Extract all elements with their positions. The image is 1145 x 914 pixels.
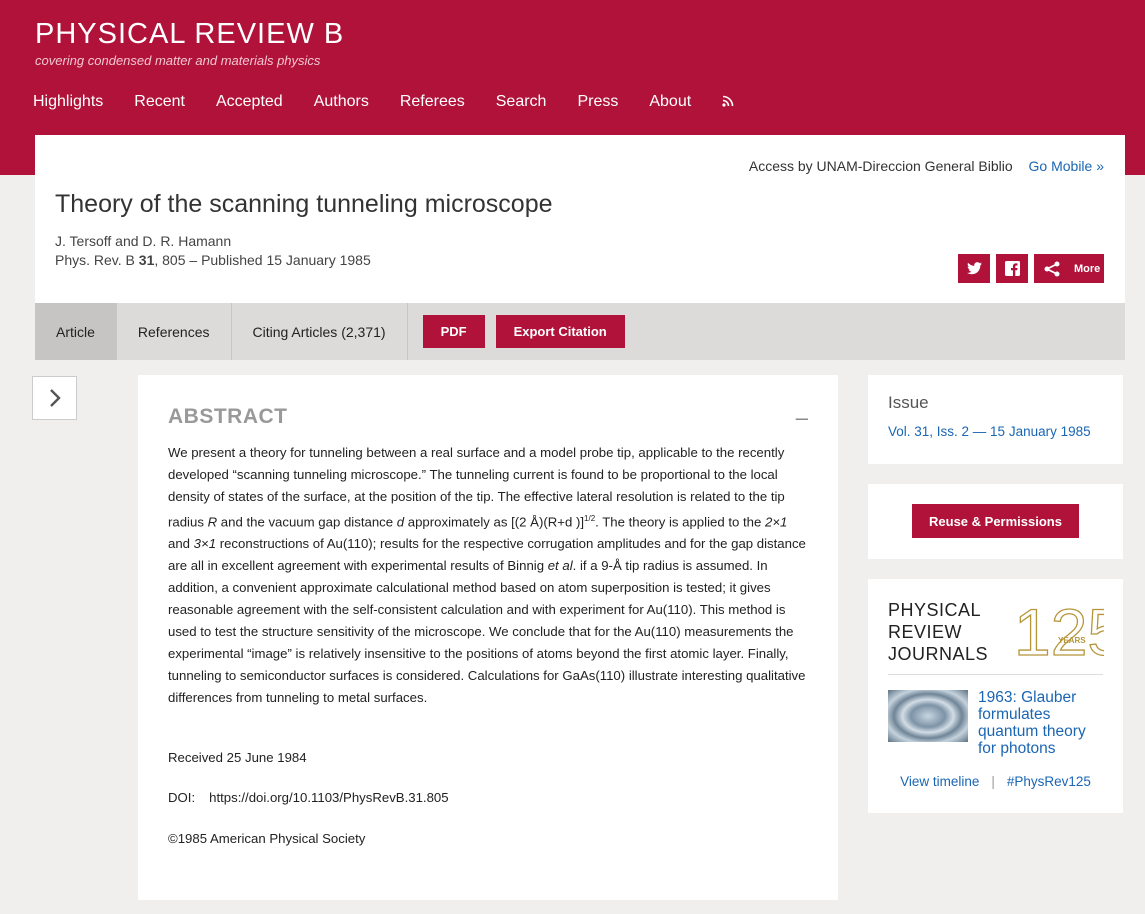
citation-rest: , 805 – Published 15 January 1985 [154, 252, 371, 268]
abstract-part: approximately as [(2 Å)(R+d )] [404, 514, 585, 530]
view-timeline-link[interactable]: View timeline [900, 774, 979, 789]
abstract-var: d [396, 514, 405, 530]
abstract-panel: ABSTRACT – We present a theory for tunne… [138, 375, 838, 900]
article-citation: Phys. Rev. B 31, 805 – Published 15 Janu… [55, 252, 371, 268]
go-mobile-link[interactable]: Go Mobile » [1029, 158, 1104, 174]
separator: | [991, 774, 995, 789]
nav-press[interactable]: Press [577, 93, 618, 112]
volume-number: 31 [138, 252, 155, 268]
nav-referees[interactable]: Referees [400, 93, 465, 112]
doi-line: DOI: https://doi.org/10.1103/PhysRevB.31.… [168, 790, 449, 805]
received-date: Received 25 June 1984 [168, 750, 307, 765]
access-info: Access by UNAM-Direccion General Biblio … [749, 158, 1104, 174]
doi-label: DOI: [168, 790, 196, 805]
nav-accepted[interactable]: Accepted [216, 93, 283, 112]
journal-subtitle: covering condensed matter and materials … [35, 53, 321, 68]
story-link[interactable]: 1963: Glauber formulates quantum theory … [978, 689, 1106, 757]
nav-recent[interactable]: Recent [134, 93, 185, 112]
access-text: Access by UNAM-Direccion General Biblio [748, 158, 1013, 174]
nav-highlights[interactable]: Highlights [33, 93, 103, 112]
sidebar-toggle-button[interactable] [32, 376, 77, 420]
issue-box: Issue Vol. 31, Iss. 2 — 15 January 1985 [868, 375, 1123, 464]
abstract-heading: ABSTRACT [168, 405, 288, 428]
years-number: 125 [1014, 597, 1104, 661]
divider [888, 674, 1103, 675]
chevron-right-icon [49, 389, 61, 407]
abstract-var: 2×1 [765, 514, 788, 530]
abstract-var: R [207, 514, 218, 530]
125-years-logo: 125 YEARS [1014, 597, 1104, 661]
nav-search[interactable]: Search [496, 93, 547, 112]
nav-authors[interactable]: Authors [314, 93, 369, 112]
main-nav: Highlights Recent Accepted Authors Refer… [33, 93, 765, 112]
reuse-permissions-button[interactable]: Reuse & Permissions [912, 504, 1079, 538]
journal-abbrev: Phys. Rev. B [55, 252, 139, 268]
abstract-part: . if a 9-Å tip radius is assumed. In add… [168, 558, 806, 706]
twitter-icon[interactable] [958, 254, 990, 283]
abstract-part: . The theory is applied to the [595, 514, 765, 530]
promo-box: PHYSICAL REVIEW JOURNALS 125 YEARS 1963:… [868, 579, 1123, 813]
article-tabs: Article References Citing Articles (2,37… [35, 303, 1125, 360]
more-label: More [1074, 262, 1101, 275]
years-label: YEARS [1058, 636, 1086, 645]
reuse-box: Reuse & Permissions [868, 484, 1123, 559]
hashtag-link[interactable]: #PhysRev125 [1007, 774, 1091, 789]
rss-icon[interactable] [722, 94, 734, 112]
share-icon [1044, 261, 1060, 276]
abstract-var: 3×1 [193, 536, 217, 552]
article-authors[interactable]: J. Tersoff and D. R. Hamann [55, 233, 231, 249]
abstract-part: and [168, 536, 194, 552]
issue-heading: Issue [888, 393, 929, 412]
export-citation-button[interactable]: Export Citation [495, 315, 625, 348]
journal-title[interactable]: PHYSICAL REVIEW B [35, 18, 344, 51]
abstract-var: et al [547, 558, 573, 574]
tab-article[interactable]: Article [35, 303, 117, 360]
article-header-card: Access by UNAM-Direccion General Biblio … [35, 135, 1125, 303]
tab-references[interactable]: References [117, 303, 232, 360]
doi-link[interactable]: https://doi.org/10.1103/PhysRevB.31.805 [209, 790, 449, 805]
collapse-abstract-button[interactable]: – [796, 405, 808, 431]
logo-line: JOURNALS [888, 644, 989, 664]
tab-citing-articles[interactable]: Citing Articles (2,371) [232, 303, 408, 360]
abstract-part: and the vacuum gap distance [217, 514, 397, 530]
copyright: ©1985 American Physical Society [168, 831, 366, 846]
share-buttons: More [958, 254, 1104, 283]
pdf-button[interactable]: PDF [422, 315, 485, 348]
nav-about[interactable]: About [649, 93, 691, 112]
facebook-icon[interactable] [996, 254, 1028, 283]
logo-line: PHYSICAL [888, 600, 982, 620]
physrev-journals-logo[interactable]: PHYSICAL REVIEW JOURNALS [888, 599, 988, 665]
story-thumbnail[interactable] [888, 690, 968, 742]
abstract-text: We present a theory for tunneling betwee… [168, 442, 808, 709]
issue-link[interactable]: Vol. 31, Iss. 2 — 15 January 1985 [888, 424, 1091, 439]
more-share-button[interactable]: More [1034, 254, 1104, 283]
logo-line: REVIEW [888, 622, 963, 642]
promo-links: View timeline | #PhysRev125 [868, 774, 1123, 789]
article-title: Theory of the scanning tunneling microsc… [55, 190, 553, 218]
abstract-sup: 1/2 [584, 514, 596, 523]
